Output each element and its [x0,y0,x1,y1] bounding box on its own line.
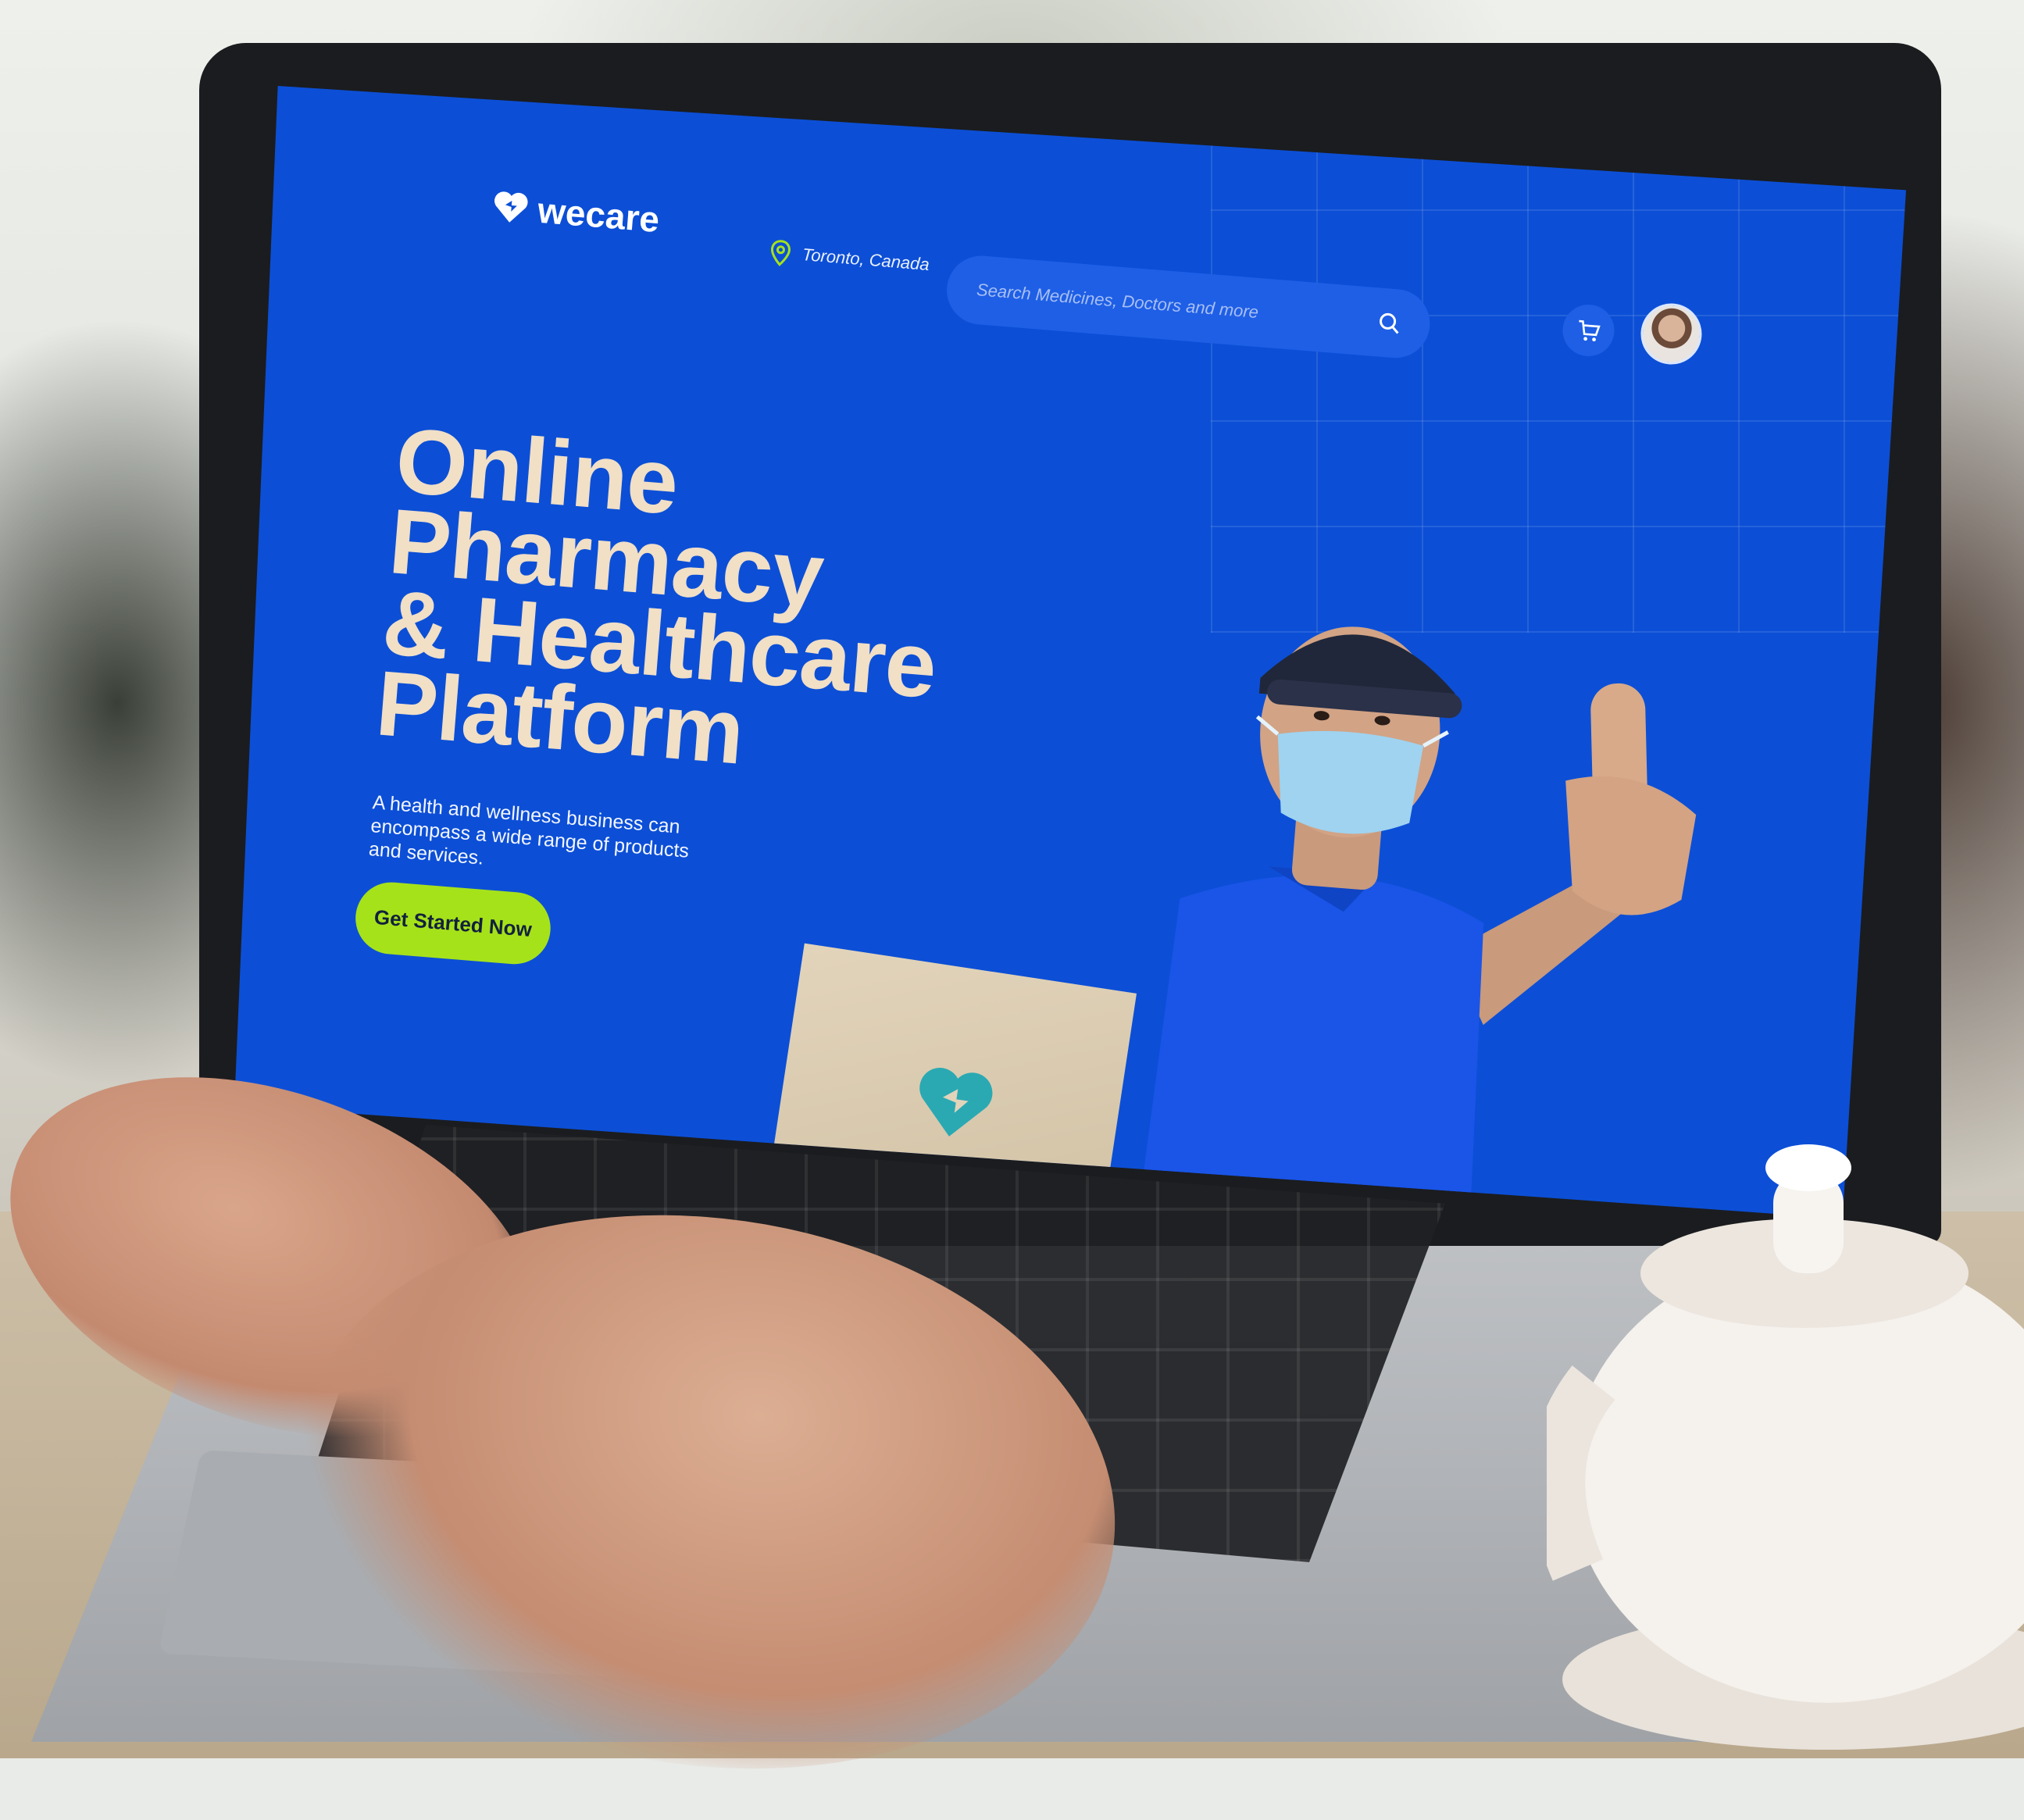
get-started-button[interactable]: Get Started Now [352,880,554,967]
heart-logo-icon [494,191,528,223]
search-bar [944,253,1433,361]
search-icon[interactable] [1376,309,1402,336]
site-logo[interactable]: wecare [490,185,662,241]
brand-name: wecare [536,189,662,241]
location-selector[interactable]: Toronto, Canada [769,239,930,278]
search-input[interactable] [974,278,1353,331]
cart-icon [1579,319,1601,342]
hero-description: A health and wellness business can encom… [368,791,690,869]
cart-button[interactable] [1560,302,1617,359]
hero-title: Online Pharmacy & Healthcare Platform [373,409,1023,794]
teapot [1547,1144,2024,1750]
user-avatar[interactable] [1638,301,1705,367]
heart-logo-icon [919,1068,993,1137]
location-text: Toronto, Canada [801,244,930,275]
map-pin-icon [770,240,791,266]
